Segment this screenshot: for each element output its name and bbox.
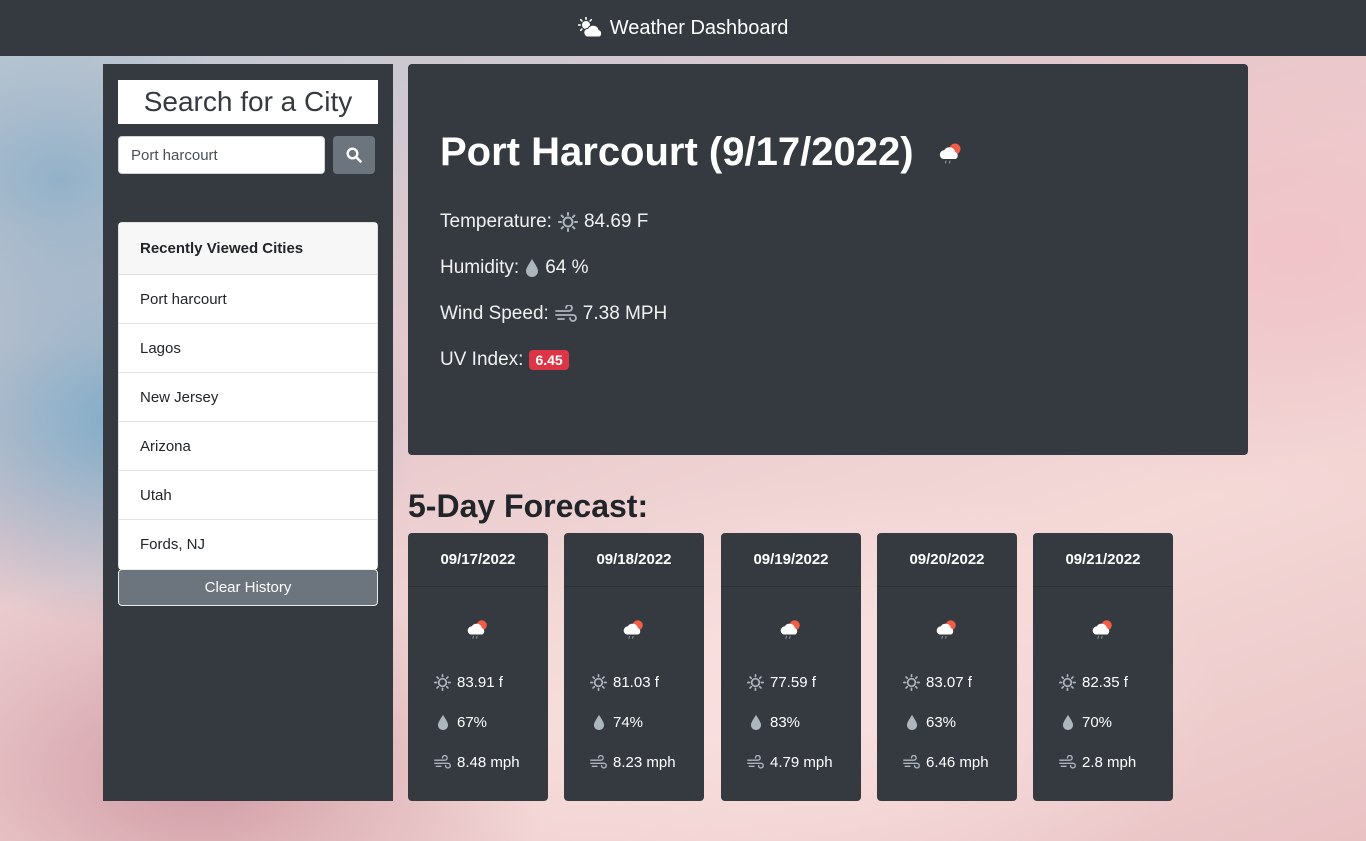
forecast-humidity-row: 74% [590,714,643,731]
forecast-wind: 4.79 mph [770,754,833,771]
brand: Weather Dashboard [577,16,789,40]
sun-icon [747,674,764,691]
forecast-date: 09/19/2022 [721,533,861,587]
forecast-temp-row: 83.91 f [434,674,503,691]
cloud-sun-rain-icon [464,617,492,641]
forecast-humidity-row: 67% [434,714,487,731]
wind-value: 7.38 MPH [582,303,668,324]
forecast-humidity-row: 63% [903,714,956,731]
temperature-stat: Temperature: 84.69 F [440,211,648,233]
forecast-temp-row: 77.59 f [747,674,816,691]
forecast-card: 09/20/2022 83.07 f 63% 6.46 mph [877,533,1017,801]
navbar: Weather Dashboard [0,0,1366,56]
humidity-stat: Humidity: 64 % [440,257,589,279]
forecast-temp-row: 82.35 f [1059,674,1128,691]
cloud-sun-rain-icon [620,617,648,641]
recent-cities-header: Recently Viewed Cities [119,223,377,275]
droplet-icon [747,714,764,731]
wind-icon [1059,755,1076,770]
forecast-temp-row: 81.03 f [590,674,659,691]
droplet-icon [525,258,539,278]
forecast-humidity: 70% [1082,714,1113,731]
wind-icon [554,305,577,323]
forecast-date: 09/18/2022 [564,533,704,587]
recent-city-item[interactable]: Arizona [119,422,377,471]
forecast-date: 09/20/2022 [877,533,1017,587]
current-weather-title: Port Harcourt (9/17/2022) [440,130,966,175]
sun-icon [590,674,607,691]
wind-stat: Wind Speed: 7.38 MPH [440,303,667,325]
forecast-humidity: 63% [926,714,957,731]
wind-icon [747,755,764,770]
forecast-humidity-row: 83% [747,714,800,731]
search-button[interactable] [333,136,375,174]
forecast-humidity-row: 70% [1059,714,1112,731]
cloud-sun-rain-icon [777,617,805,641]
forecast-date: 09/17/2022 [408,533,548,587]
forecast-wind-row: 8.23 mph [590,754,676,771]
forecast-humidity: 74% [613,714,644,731]
droplet-icon [590,714,607,731]
recent-city-item[interactable]: Lagos [119,324,377,373]
sidebar: Search for a City Recently Viewed Cities… [103,64,393,801]
search-title: Search for a City [118,80,378,124]
forecast-card: 09/17/2022 83.91 f 67% 8.48 mph [408,533,548,801]
forecast-humidity: 67% [457,714,488,731]
sun-icon [1059,674,1076,691]
recent-city-item[interactable]: Utah [119,471,377,520]
cloud-sun-rain-icon [1089,617,1117,641]
forecast-card: 09/19/2022 77.59 f 83% 4.79 mph [721,533,861,801]
uv-label: UV Index: [440,349,524,370]
app-title: Weather Dashboard [609,16,789,39]
wind-icon [434,755,451,770]
droplet-icon [1059,714,1076,731]
forecast-wind: 8.48 mph [457,754,520,771]
recent-city-item[interactable]: New Jersey [119,373,377,422]
forecast-wind-row: 8.48 mph [434,754,520,771]
forecast-temp: 81.03 f [613,674,659,691]
sun-icon [557,212,578,232]
search-icon [346,147,362,163]
temperature-label: Temperature: [440,211,552,232]
forecast-card: 09/21/2022 82.35 f 70% 2.8 mph [1033,533,1173,801]
droplet-icon [903,714,920,731]
forecast-temp: 77.59 f [770,674,816,691]
forecast-wind-row: 6.46 mph [903,754,989,771]
wind-icon [590,755,607,770]
forecast-wind-row: 2.8 mph [1059,754,1136,771]
droplet-icon [434,714,451,731]
city-search-input[interactable] [118,136,325,174]
forecast-heading: 5-Day Forecast: [408,488,649,524]
temperature-value: 84.69 F [583,211,649,232]
sun-icon [434,674,451,691]
recent-city-item[interactable]: Port harcourt [119,275,377,324]
forecast-wind-row: 4.79 mph [747,754,833,771]
forecast-date: 09/21/2022 [1033,533,1173,587]
humidity-label: Humidity: [440,257,520,278]
sun-icon [903,674,920,691]
forecast-temp: 82.35 f [1082,674,1128,691]
forecast-humidity: 83% [770,714,801,731]
city-date-heading: Port Harcourt (9/17/2022) [440,130,914,174]
forecast-wind: 8.23 mph [613,754,676,771]
forecast-temp: 83.07 f [926,674,972,691]
cloud-sun-rain-icon [933,617,961,641]
forecast-card: 09/18/2022 81.03 f 74% 8.23 mph [564,533,704,801]
recent-cities-list: Recently Viewed Cities Port harcourt Lag… [118,222,378,570]
cloud-sun-icon [577,17,604,39]
wind-label: Wind Speed: [440,303,549,324]
uv-index-badge: 6.45 [529,350,569,370]
forecast-wind: 6.46 mph [926,754,989,771]
forecast-temp: 83.91 f [457,674,503,691]
uv-stat: UV Index: 6.45 [440,349,569,371]
wind-icon [903,755,920,770]
forecast-temp-row: 83.07 f [903,674,972,691]
cloud-sun-rain-icon [936,140,966,166]
humidity-value: 64 % [545,257,589,278]
recent-city-item[interactable]: Fords, NJ [119,520,377,569]
forecast-wind: 2.8 mph [1082,754,1137,771]
clear-history-button[interactable]: Clear History [118,569,378,606]
current-weather-card: Port Harcourt (9/17/2022) Temperature: 8… [408,64,1248,455]
